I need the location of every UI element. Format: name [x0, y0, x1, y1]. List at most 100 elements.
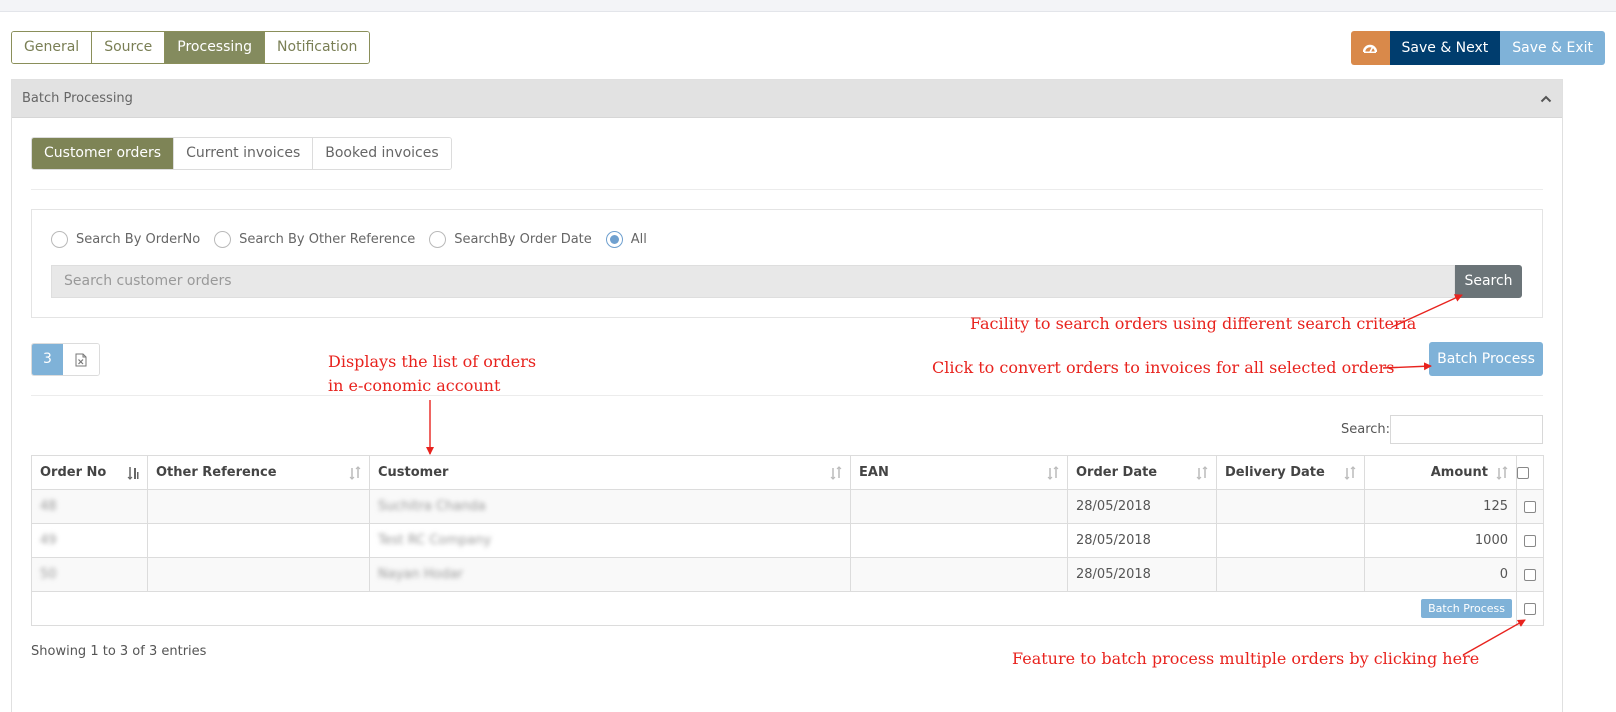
radio-order-date[interactable]: SearchBy Order Date: [429, 231, 592, 248]
count-export-group: 3: [31, 343, 100, 376]
search-button[interactable]: Search: [1455, 265, 1522, 298]
sort-icon: [1196, 466, 1208, 480]
footer-checkbox[interactable]: [1524, 602, 1536, 615]
excel-export-icon: [75, 353, 87, 366]
select-all-checkbox[interactable]: [1517, 466, 1529, 479]
order-no-cell: 48: [31, 489, 148, 524]
ean-cell: [850, 489, 1068, 524]
sort-icon: [349, 466, 361, 480]
annotation-list-line1: Displays the list of orders: [328, 352, 537, 371]
select-all-cell: [1516, 455, 1544, 490]
divider: [31, 189, 1543, 190]
sort-icon: [830, 466, 842, 480]
amount-cell: 125: [1364, 489, 1517, 524]
radio-order-no[interactable]: Search By OrderNo: [51, 231, 200, 248]
save-exit-button[interactable]: Save & Exit: [1500, 31, 1605, 65]
footer-batch-process-button[interactable]: Batch Process: [1421, 599, 1512, 618]
amount-cell: 0: [1364, 557, 1517, 592]
step-tabs: General Source Processing Notification: [11, 31, 371, 64]
excel-export-button[interactable]: [63, 344, 99, 375]
footer-batch-cell: Batch Process: [31, 591, 1517, 626]
radio-button[interactable]: [429, 231, 447, 248]
tab-booked-invoices[interactable]: Booked invoices: [313, 138, 451, 169]
row-checkbox[interactable]: [1524, 534, 1536, 547]
tab-general[interactable]: General: [12, 32, 93, 63]
table-row: 49 Test RC Company 28/05/2018 1000: [31, 523, 1544, 558]
tab-source[interactable]: Source: [92, 32, 166, 63]
column-header-order-no[interactable]: Order No: [31, 455, 148, 490]
annotation-convert: Click to convert orders to invoices for …: [932, 358, 1395, 377]
divider: [31, 395, 1543, 396]
customer-cell: Test RC Company: [369, 523, 851, 558]
annotation-list-line2: in e-conomic account: [328, 376, 501, 395]
footer-select-cell: [1516, 591, 1544, 626]
order-no-cell: 50: [31, 557, 148, 592]
table-header-row: Order No Other Reference Customer EAN Or…: [31, 455, 1544, 490]
row-select-cell: [1516, 557, 1544, 592]
radio-other-reference[interactable]: Search By Other Reference: [214, 231, 415, 248]
other-reference-cell: [147, 523, 370, 558]
search-input[interactable]: Search customer orders: [51, 265, 1455, 298]
panel-title: Batch Processing: [22, 91, 133, 106]
radio-all[interactable]: All: [605, 231, 647, 248]
delivery-date-cell: [1216, 523, 1365, 558]
table-row: 48 Suchitra Chanda 28/05/2018 125: [31, 489, 1544, 524]
radio-label: All: [630, 232, 647, 247]
radio-button[interactable]: [51, 231, 68, 248]
top-actions: Save & Next Save & Exit: [1350, 31, 1605, 65]
sort-icon: [1047, 466, 1059, 480]
panel-header[interactable]: Batch Processing: [12, 80, 1562, 118]
tab-customer-orders[interactable]: Customer orders: [32, 138, 175, 169]
order-date-cell: 28/05/2018: [1067, 557, 1217, 592]
ean-cell: [850, 523, 1068, 558]
sort-icon: [1496, 466, 1508, 480]
orders-table: Order No Other Reference Customer EAN Or…: [31, 455, 1544, 626]
column-header-delivery-date[interactable]: Delivery Date: [1216, 455, 1365, 490]
table-footer-row: Batch Process: [31, 591, 1544, 626]
radio-label: Search By OrderNo: [76, 232, 201, 247]
entries-info: Showing 1 to 3 of 3 entries: [31, 644, 207, 659]
table-row: 50 Nayan Hodar 28/05/2018 0: [31, 557, 1544, 592]
dashboard-button[interactable]: [1350, 31, 1390, 65]
order-no-cell: 49: [31, 523, 148, 558]
save-next-button[interactable]: Save & Next: [1389, 31, 1501, 65]
radio-label: SearchBy Order Date: [454, 232, 592, 247]
top-strip: [0, 0, 1616, 12]
annotation-search: Facility to search orders using differen…: [970, 314, 1417, 333]
tab-notification[interactable]: Notification: [265, 32, 370, 63]
row-checkbox[interactable]: [1524, 500, 1536, 513]
order-date-cell: 28/05/2018: [1067, 523, 1217, 558]
customer-cell: Suchitra Chanda: [369, 489, 851, 524]
column-header-ean[interactable]: EAN: [850, 455, 1068, 490]
column-header-customer[interactable]: Customer: [369, 455, 851, 490]
ean-cell: [850, 557, 1068, 592]
column-header-other-reference[interactable]: Other Reference: [147, 455, 370, 490]
column-header-amount[interactable]: Amount: [1364, 455, 1517, 490]
order-tabs: Customer orders Current invoices Booked …: [31, 137, 452, 170]
other-reference-cell: [147, 557, 370, 592]
search-box: Search By OrderNo Search By Other Refere…: [31, 209, 1543, 318]
chevron-up-icon[interactable]: [1540, 93, 1552, 105]
table-search-label: Search:: [1341, 422, 1391, 437]
radio-label: Search By Other Reference: [239, 232, 416, 247]
radio-button[interactable]: [214, 231, 232, 248]
other-reference-cell: [147, 489, 370, 524]
tab-current-invoices[interactable]: Current invoices: [174, 138, 314, 169]
batch-process-button[interactable]: Batch Process: [1429, 342, 1543, 376]
sort-asc-icon: [127, 467, 139, 480]
search-options: Search By OrderNo Search By Other Refere…: [51, 231, 661, 248]
customer-cell: Nayan Hodar: [369, 557, 851, 592]
selected-count-badge[interactable]: 3: [32, 344, 63, 375]
dashboard-icon: [1363, 44, 1377, 53]
order-date-cell: 28/05/2018: [1067, 489, 1217, 524]
delivery-date-cell: [1216, 489, 1365, 524]
amount-cell: 1000: [1364, 523, 1517, 558]
column-header-order-date[interactable]: Order Date: [1067, 455, 1217, 490]
row-select-cell: [1516, 523, 1544, 558]
tab-processing[interactable]: Processing: [165, 32, 266, 63]
annotation-batch: Feature to batch process multiple orders…: [1012, 649, 1480, 668]
row-checkbox[interactable]: [1524, 568, 1536, 581]
table-search-input[interactable]: [1390, 415, 1543, 444]
delivery-date-cell: [1216, 557, 1365, 592]
radio-button[interactable]: [605, 231, 623, 248]
